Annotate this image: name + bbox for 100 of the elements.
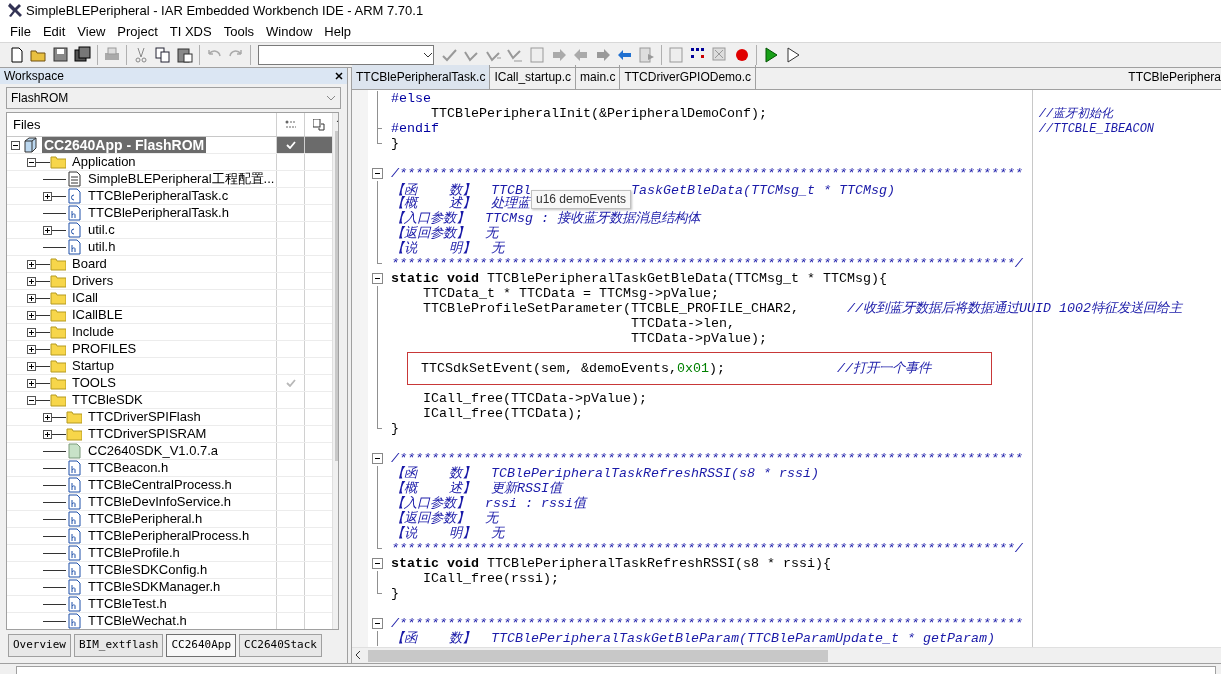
menu-item[interactable]: Help	[318, 22, 358, 42]
file-tab[interactable]: main.c	[576, 65, 621, 89]
code-line: TTCBlePeripheralInit(&PeripheralDemoConf);	[430, 106, 768, 121]
file-tab[interactable]: TTCBlePeripheralTask.c	[352, 65, 491, 89]
play-icon[interactable]	[762, 46, 780, 64]
play-icon[interactable]	[784, 46, 802, 64]
tree-item[interactable]: util.h	[86, 239, 118, 255]
code-line: ICall_free(rssi);	[422, 571, 559, 586]
expand-icon[interactable]	[43, 429, 52, 439]
tree-item[interactable]: ICallBLE	[70, 307, 125, 323]
collapse-icon[interactable]	[11, 140, 20, 150]
checkmark-icon	[285, 379, 296, 387]
tree-item[interactable]: TTCBleSDKConfig.h	[86, 562, 210, 578]
expand-icon[interactable]	[43, 225, 52, 235]
tree-item[interactable]: Startup	[70, 358, 116, 374]
menu-item[interactable]: Window	[260, 22, 319, 42]
code-line: 【函 数】 TTCBlePeripheralTaskGetBleParam(TTCBleParamUpdate_t * getParam)	[391, 631, 995, 646]
code-line: TTCData_t * TTCData = TTCMsg->pValue;	[422, 286, 719, 301]
expand-icon[interactable]	[27, 310, 36, 320]
tree-item[interactable]: TTCBleWechat.h	[86, 613, 189, 629]
code-line: /******************************************************************************	[391, 616, 1023, 631]
expand-icon[interactable]	[27, 259, 36, 269]
collapse-icon[interactable]	[27, 395, 36, 405]
expand-icon[interactable]	[43, 191, 52, 201]
save-all-icon[interactable]	[74, 46, 92, 64]
copy-icon[interactable]	[154, 46, 172, 64]
tree-item[interactable]: TTCBlePeripheralTask.c	[86, 188, 231, 204]
panel-tab[interactable]: CC2640Stack	[239, 634, 322, 657]
tree-item[interactable]: TTCBleDevInfoService.h	[86, 494, 234, 510]
tree-item[interactable]: Drivers	[70, 273, 116, 289]
menu-item[interactable]: Edit	[36, 22, 72, 42]
tree-item[interactable]: TTCBlePeripheral.h	[86, 511, 205, 527]
code-line: #else	[391, 91, 431, 106]
tree-item[interactable]: TTCBleProfile.h	[86, 545, 182, 561]
code-line: 【返回参数】 无	[391, 226, 498, 241]
tree-item[interactable]: TOOLS	[70, 375, 118, 391]
menu-item[interactable]: File	[4, 22, 37, 42]
menu-item[interactable]: View	[71, 22, 112, 42]
expand-icon[interactable]	[27, 276, 36, 286]
code-comment: //蓝牙初始化	[1038, 107, 1114, 121]
code-line: ICall_free(TTCData);	[422, 406, 583, 421]
expand-icon[interactable]	[27, 361, 36, 371]
breakpoint-icon[interactable]	[733, 46, 751, 64]
collapse-icon[interactable]	[372, 168, 383, 179]
expand-icon[interactable]	[27, 344, 36, 354]
tree-item[interactable]: Application	[70, 154, 138, 170]
code-line: TTCBleProfileSetParameter(TTCBLE_PROFILE_CHAR2, //收到蓝牙数据后将数据通过UUID 1002特征发送回给主	[422, 301, 1182, 316]
file-icon	[66, 222, 82, 238]
tree-item[interactable]: PROFILES	[70, 341, 139, 357]
expand-icon[interactable]	[43, 412, 52, 422]
collapse-icon[interactable]	[372, 273, 383, 284]
collapse-icon[interactable]	[27, 157, 36, 167]
file-icon	[66, 545, 82, 561]
collapse-icon[interactable]	[372, 558, 383, 569]
panel-tab[interactable]: CC2640App	[166, 634, 237, 657]
code-line: 【说 明】 无	[391, 526, 504, 541]
collapse-icon[interactable]	[372, 618, 383, 629]
code-line: 【概 述】 处理蓝	[391, 196, 530, 211]
code-line: 【入口参数】 TTCMsg : 接收蓝牙数据消息结构体	[391, 211, 700, 226]
code-line: TTCData->len,	[629, 316, 735, 331]
code-line: TTCData->pValue);	[629, 331, 767, 346]
menu-item[interactable]: Project	[111, 22, 164, 42]
expand-icon[interactable]	[27, 293, 36, 303]
tree-item[interactable]: CC2640SDK_V1.0.7.a	[86, 443, 221, 459]
configuration-dropdown[interactable]: FlashROM	[6, 87, 341, 109]
tree-item[interactable]: TTCBlePeripheralTask.h	[86, 205, 231, 221]
function-dropdown[interactable]: TTCBlePeriphera	[1124, 65, 1221, 89]
collapse-icon[interactable]	[372, 453, 383, 464]
expand-icon[interactable]	[27, 378, 36, 388]
binary-icon[interactable]	[312, 118, 325, 131]
paste-icon[interactable]	[176, 46, 194, 64]
options-icon[interactable]	[284, 119, 297, 130]
tree-item[interactable]: TTCBleCentralProcess.h	[86, 477, 234, 493]
save-icon[interactable]	[52, 46, 70, 64]
tree-item[interactable]: SimpleBLEPeripheral工程配置...	[86, 171, 277, 187]
tree-item[interactable]: util.c	[86, 222, 117, 238]
expand-icon[interactable]	[27, 327, 36, 337]
tree-item[interactable]: Board	[70, 256, 109, 272]
tree-item[interactable]: TTCBeacon.h	[86, 460, 171, 476]
folder-icon	[50, 290, 66, 306]
tree-item[interactable]: TTCBleSDK	[70, 392, 145, 408]
tree-item[interactable]: TTCDriverSPISRAM	[86, 426, 209, 442]
tree-item[interactable]: CC2640App - FlashROM	[42, 137, 207, 153]
tree-item[interactable]: TTCDriverSPIFlash	[86, 409, 203, 425]
new-file-icon[interactable]	[8, 46, 26, 64]
dropdown-field[interactable]	[258, 45, 434, 65]
panel-tab[interactable]: BIM_extflash	[74, 634, 164, 657]
menu-item[interactable]: TI XDS	[163, 22, 218, 42]
tree-item[interactable]: ICall	[70, 290, 100, 306]
code-line: static void TTCBlePeripheralTaskRefreshRSSI(s8 * rssi){	[391, 556, 831, 571]
file-tab[interactable]: TTCDriverGPIODemo.c	[620, 65, 757, 89]
tree-item[interactable]: TTCBleSDKManager.h	[86, 579, 223, 595]
tree-item[interactable]: TTCBleTest.h	[86, 596, 169, 612]
menu-item[interactable]: Tools	[217, 22, 261, 42]
folder-icon	[50, 307, 66, 323]
tree-item[interactable]: Include	[70, 324, 116, 340]
close-icon[interactable]	[335, 72, 343, 80]
tree-item[interactable]: TTCBlePeripheralProcess.h	[86, 528, 252, 544]
file-tab[interactable]: ICall_startup.c	[490, 65, 577, 89]
panel-tab[interactable]: Overview	[8, 634, 71, 657]
